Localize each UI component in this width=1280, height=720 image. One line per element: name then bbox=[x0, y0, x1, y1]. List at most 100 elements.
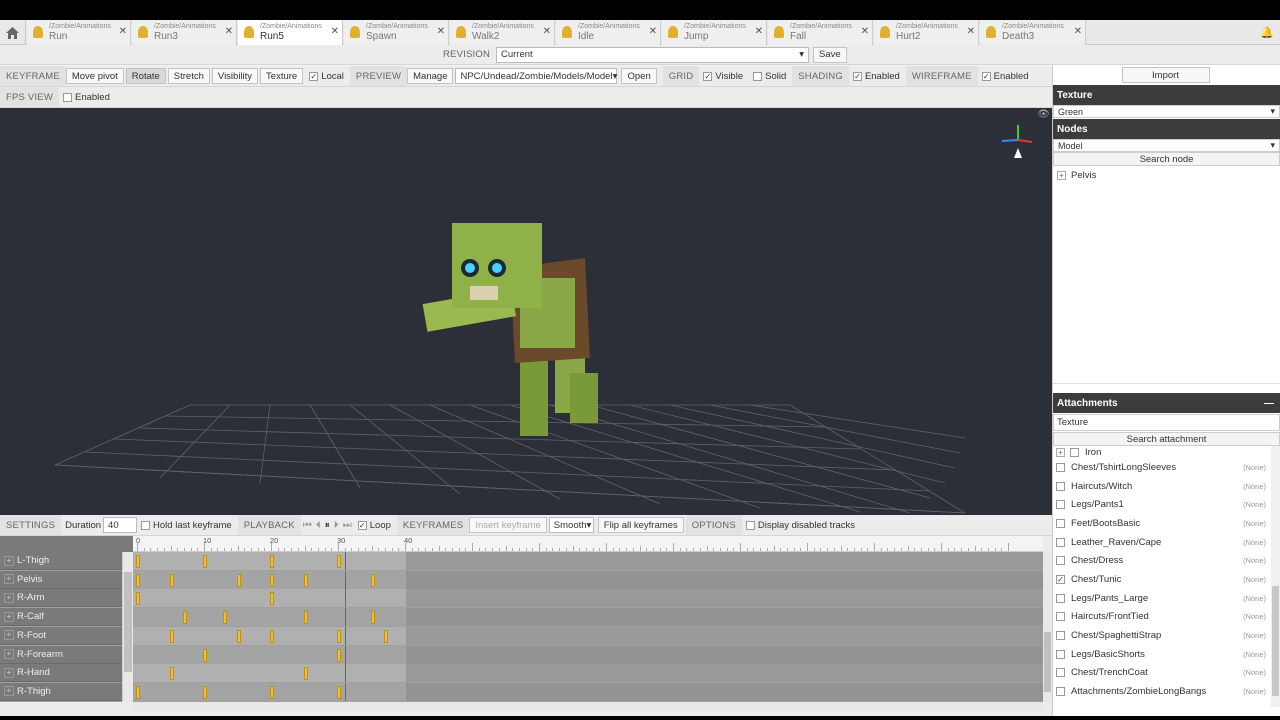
move-pivot-button[interactable]: Move pivot bbox=[65, 68, 124, 84]
tab-hurt2[interactable]: /Zombie/Animations Hurt2 ✕ bbox=[874, 20, 979, 45]
track-name[interactable]: + R-Hand bbox=[0, 664, 122, 683]
track-lane[interactable] bbox=[133, 626, 1043, 645]
attachment-item[interactable]: Leather_Raven/Cape (None) bbox=[1053, 533, 1280, 552]
expand-icon[interactable]: + bbox=[4, 555, 14, 566]
keyframe-marker[interactable] bbox=[169, 667, 174, 681]
expand-icon[interactable]: + bbox=[4, 686, 14, 697]
checkbox-checked-icon[interactable]: ✓ bbox=[1056, 574, 1065, 584]
keyframe-marker[interactable] bbox=[337, 648, 341, 662]
nodes-select[interactable]: Model ▾ bbox=[1053, 139, 1280, 152]
revision-select[interactable]: Current ▾ bbox=[496, 46, 809, 63]
attachment-scrollbar[interactable] bbox=[1271, 446, 1280, 707]
checkbox-icon[interactable] bbox=[1070, 447, 1079, 457]
checkbox-icon[interactable] bbox=[1056, 649, 1065, 659]
attachment-item[interactable]: Haircuts/Witch (None) bbox=[1053, 477, 1280, 496]
local-checkbox[interactable]: ✓ Local bbox=[309, 71, 344, 82]
tab-fall[interactable]: /Zombie/Animations Fall ✕ bbox=[768, 20, 873, 45]
close-icon[interactable]: ✕ bbox=[225, 26, 233, 37]
close-icon[interactable]: ✕ bbox=[331, 26, 339, 37]
tab-run3[interactable]: /Zombie/Animations Run3 ✕ bbox=[132, 20, 237, 45]
checkbox-icon[interactable] bbox=[1056, 537, 1065, 547]
attachment-item[interactable]: Chest/SpaghettiStrap (None) bbox=[1053, 626, 1280, 645]
keyframe-marker[interactable] bbox=[169, 629, 174, 643]
track-lane[interactable] bbox=[133, 664, 1043, 683]
expand-icon[interactable]: + bbox=[4, 611, 14, 622]
track-name[interactable]: + R-Arm bbox=[0, 589, 122, 608]
tab-walk2[interactable]: /Zombie/Animations Walk2 ✕ bbox=[450, 20, 555, 45]
expand-icon[interactable]: + bbox=[4, 574, 14, 585]
checkbox-icon[interactable] bbox=[1056, 481, 1065, 491]
tab-idle[interactable]: /Zombie/Animations Idle ✕ bbox=[556, 20, 661, 45]
track-name[interactable]: + Pelvis bbox=[0, 570, 122, 589]
search-attachment-button[interactable]: Search attachment bbox=[1053, 432, 1280, 446]
attachment-item[interactable]: Legs/BasicShorts (None) bbox=[1053, 645, 1280, 664]
keyframe-marker[interactable] bbox=[337, 685, 341, 699]
pause-icon[interactable]: ⏸ bbox=[325, 520, 330, 531]
display-disabled-checkbox[interactable]: Display disabled tracks bbox=[745, 520, 855, 531]
checkbox-icon[interactable] bbox=[1056, 612, 1065, 622]
shading-enabled-checkbox[interactable]: ✓ Enabled bbox=[852, 71, 900, 82]
attachment-item[interactable]: ✓ Chest/Tunic (None) bbox=[1053, 570, 1280, 589]
close-icon[interactable]: ✕ bbox=[437, 26, 445, 37]
rotate-button[interactable]: Rotate bbox=[125, 68, 166, 84]
track-lane[interactable] bbox=[133, 682, 1043, 701]
interpolation-select[interactable]: Smooth ▾ bbox=[548, 517, 594, 533]
tab-run[interactable]: /Zombie/Animations Run ✕ bbox=[27, 20, 131, 45]
stretch-button[interactable]: Stretch bbox=[167, 68, 210, 84]
attachment-item[interactable]: Legs/Pants1 (None) bbox=[1053, 495, 1280, 514]
track-lane[interactable] bbox=[133, 608, 1043, 627]
attachment-item[interactable]: Feet/BootsBasic (None) bbox=[1053, 514, 1280, 533]
grid-visible-checkbox[interactable]: ✓ Visible bbox=[703, 71, 743, 82]
expand-icon[interactable]: + bbox=[4, 649, 14, 659]
checkbox-icon[interactable] bbox=[1056, 687, 1065, 697]
keyframe-marker[interactable] bbox=[270, 592, 274, 606]
timeline-vscrollbar[interactable] bbox=[1043, 552, 1052, 702]
close-icon[interactable]: ✕ bbox=[119, 26, 127, 37]
keyframe-marker[interactable] bbox=[136, 555, 140, 568]
axis-gizmo-icon[interactable] bbox=[1001, 125, 1033, 158]
checkbox-icon[interactable] bbox=[1056, 556, 1065, 566]
tab-run5[interactable]: /Zombie/Animations Run5 ✕ bbox=[238, 20, 343, 46]
fps-enabled-checkbox[interactable]: Enabled bbox=[63, 92, 110, 103]
tab-jump[interactable]: /Zombie/Animations Jump ✕ bbox=[662, 20, 767, 45]
track-name[interactable]: + L-Thigh bbox=[0, 552, 122, 570]
checkbox-icon[interactable] bbox=[1056, 593, 1065, 603]
keyframe-marker[interactable] bbox=[136, 573, 140, 587]
skip-forward-icon[interactable]: ⏭ bbox=[343, 520, 352, 531]
keyframe-marker[interactable] bbox=[203, 555, 207, 568]
close-icon[interactable]: ✕ bbox=[967, 26, 975, 37]
eye-icon[interactable]: 👁 bbox=[1037, 109, 1050, 120]
notification-bell-icon[interactable]: 🔔 bbox=[1260, 26, 1274, 39]
import-button[interactable]: Import bbox=[1121, 67, 1210, 83]
keyframe-marker[interactable] bbox=[270, 685, 274, 699]
keyframe-marker[interactable] bbox=[136, 592, 140, 606]
keyframe-marker[interactable] bbox=[203, 648, 207, 662]
keyframe-marker[interactable] bbox=[182, 611, 187, 625]
track-name[interactable]: + R-Thigh bbox=[0, 682, 122, 701]
keyframe-marker[interactable] bbox=[303, 573, 308, 587]
track-lane[interactable] bbox=[133, 570, 1043, 589]
wireframe-enabled-checkbox[interactable]: ✓ Enabled bbox=[981, 71, 1029, 82]
attachment-item[interactable]: Chest/Dress (None) bbox=[1053, 551, 1280, 570]
step-forward-icon[interactable]: ⏵ bbox=[334, 520, 339, 531]
track-name[interactable]: + R-Foot bbox=[0, 626, 122, 645]
texture-select[interactable]: Green ▾ bbox=[1053, 105, 1280, 118]
checkbox-icon[interactable] bbox=[1056, 631, 1065, 641]
attachment-item[interactable]: Chest/TshirtLongSleeves (None) bbox=[1053, 458, 1280, 477]
keyframe-marker[interactable] bbox=[303, 667, 308, 681]
attachment-texture-input[interactable]: Texture bbox=[1053, 414, 1280, 431]
flip-keyframes-button[interactable]: Flip all keyframes bbox=[597, 517, 684, 533]
keyframe-marker[interactable] bbox=[203, 685, 207, 699]
insert-keyframe-button[interactable]: Insert keyframe bbox=[469, 517, 547, 533]
keyframe-marker[interactable] bbox=[270, 629, 274, 643]
texture-button[interactable]: Texture bbox=[260, 68, 304, 84]
keyframe-marker[interactable] bbox=[169, 573, 174, 587]
attachment-item[interactable]: Attachments/ZombieLongBangs (None) bbox=[1053, 682, 1280, 701]
close-icon[interactable]: ✕ bbox=[861, 26, 869, 37]
loop-checkbox[interactable]: ✓ Loop bbox=[357, 520, 391, 531]
close-icon[interactable]: ✕ bbox=[649, 26, 657, 37]
duration-input[interactable]: 40 bbox=[103, 517, 138, 533]
close-icon[interactable]: ✕ bbox=[543, 26, 551, 37]
collapse-icon[interactable]: — bbox=[1264, 398, 1274, 409]
tree-node-pelvis[interactable]: + Pelvis bbox=[1057, 170, 1280, 181]
